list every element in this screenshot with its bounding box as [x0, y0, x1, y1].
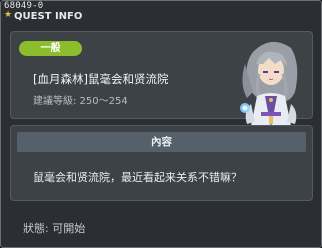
- quest-status: 狀態: 可開始: [23, 222, 86, 235]
- quest-name: [血月森林]鼠毫会和贤流院: [33, 72, 169, 86]
- npc-portrait-icon: [240, 41, 298, 138]
- content-header: 內容: [17, 132, 306, 152]
- quest-info-window: 68049-0 ★ QUEST INFO 一般 [血月森林]鼠毫会和贤流院 建議…: [0, 0, 322, 248]
- quest-content-card: 內容 鼠毫会和贤流院，最近看起来关系不错嘛？: [10, 125, 313, 201]
- title-bar[interactable]: ★ QUEST INFO: [1, 9, 321, 26]
- level-requirement: 建議等級: 250～254: [33, 96, 128, 107]
- star-icon: ★: [4, 10, 13, 20]
- category-badge: 一般: [19, 41, 82, 56]
- content-text: 鼠毫会和贤流院，最近看起来关系不错嘛？: [33, 171, 242, 184]
- window-title: QUEST INFO: [14, 11, 83, 22]
- quest-summary-card: 一般 [血月森林]鼠毫会和贤流院 建議等級: 250～254: [10, 31, 313, 138]
